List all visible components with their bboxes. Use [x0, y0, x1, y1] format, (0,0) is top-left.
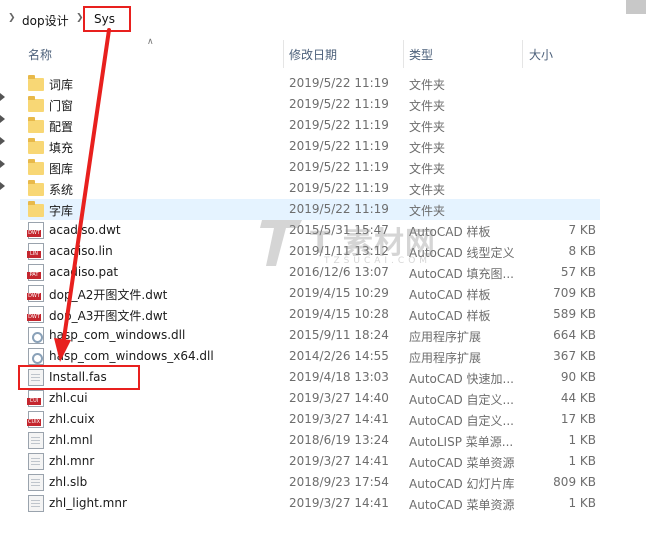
watermark-logo-icon: [260, 220, 302, 266]
watermark: T 素材网 TZSUCAI.COM: [258, 214, 435, 274]
watermark-subtitle: TZSUCAI.COM: [324, 256, 432, 266]
annotation-arrow: [54, 28, 111, 362]
